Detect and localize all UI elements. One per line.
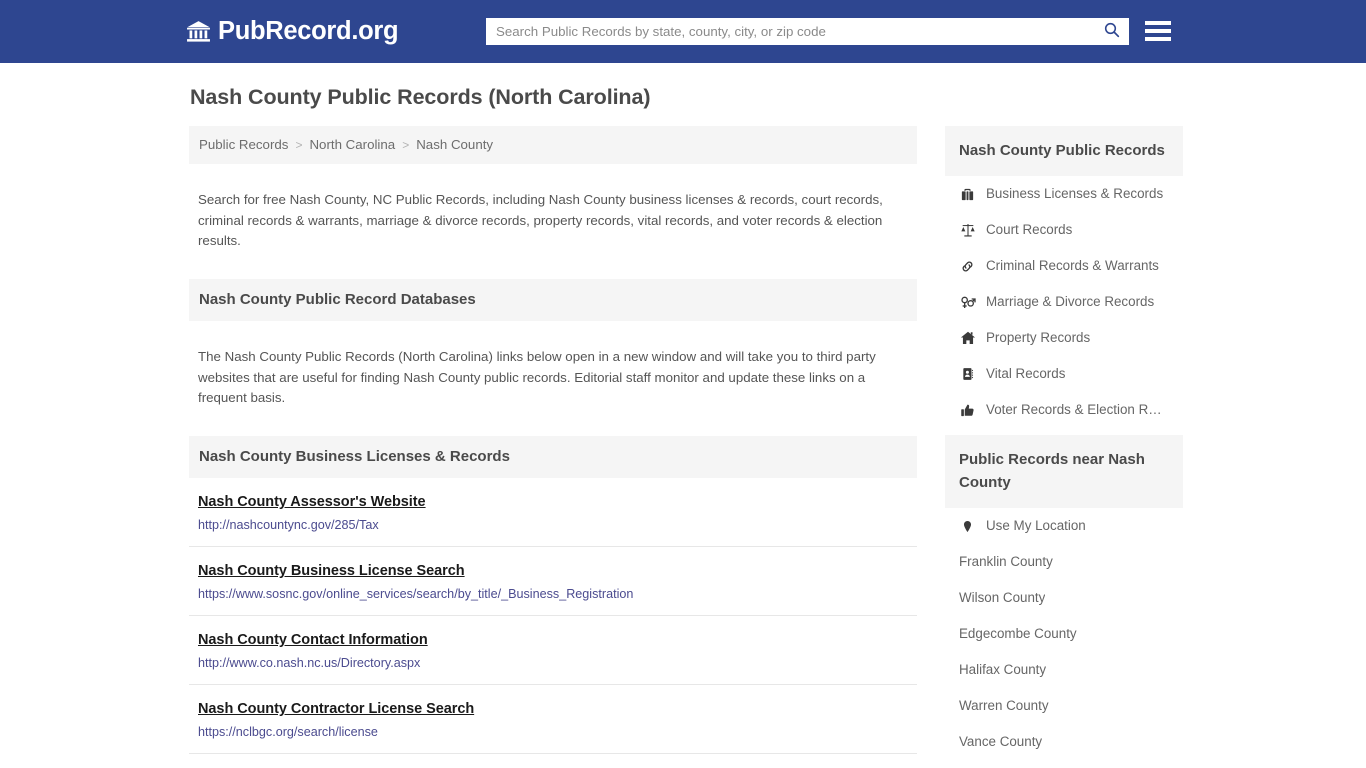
record-link-url[interactable]: http://www.co.nash.nc.us/Directory.aspx (198, 656, 908, 670)
sidebar-nearby-list: Use My Location Franklin County Wilson C… (945, 508, 1183, 760)
breadcrumb: Public Records > North Carolina > Nash C… (189, 126, 917, 164)
intro-paragraph: Search for free Nash County, NC Public R… (198, 192, 883, 249)
business-links-list: Nash County Assessor's Website http://na… (189, 478, 917, 768)
sidebar-item-court-records[interactable]: Court Records (945, 212, 1183, 248)
sidebar-item-label: Property Records (986, 330, 1091, 345)
databases-section-body: The Nash County Public Records (North Ca… (198, 349, 876, 406)
breadcrumb-item-public-records[interactable]: Public Records (199, 137, 288, 152)
sidebar-item-voter-records[interactable]: Voter Records & Election R… (945, 392, 1183, 428)
bank-institution-icon (186, 19, 211, 44)
list-item: Nash County Contact Information http://w… (189, 616, 917, 686)
sidebar-nearby-heading: Public Records near Nash County (945, 435, 1183, 508)
sidebar-item-label: Marriage & Divorce Records (986, 294, 1155, 309)
breadcrumb-item-north-carolina[interactable]: North Carolina (309, 137, 395, 152)
sidebar-item-property-records[interactable]: Property Records (945, 320, 1183, 356)
list-item: Nash County Business License Search http… (189, 547, 917, 617)
header-inner: PubRecord.org (183, 0, 1183, 63)
home-icon (959, 330, 976, 346)
record-link-url[interactable]: https://nclbgc.org/search/license (198, 725, 908, 739)
hamburger-bar (1145, 29, 1171, 33)
chain-link-icon (959, 259, 976, 274)
site-logo-link[interactable]: PubRecord.org (186, 16, 399, 45)
sidebar-item-wilson-county[interactable]: Wilson County (945, 580, 1183, 616)
sidebar-item-label: Vance County (959, 734, 1043, 749)
search-icon (1103, 21, 1121, 42)
main-column: Public Records > North Carolina > Nash C… (189, 126, 917, 768)
sidebar-nearby-card: Public Records near Nash County Use My L… (945, 435, 1183, 760)
sidebar-item-label: Use My Location (986, 518, 1086, 533)
breadcrumb-item-nash-county[interactable]: Nash County (416, 137, 493, 152)
site-logo-text: PubRecord.org (218, 16, 399, 45)
breadcrumb-separator: > (402, 137, 410, 152)
record-link-url[interactable]: https://www.sosnc.gov/online_services/se… (198, 587, 908, 601)
sidebar-item-label: Court Records (986, 222, 1073, 237)
sidebar-item-label: Business Licenses & Records (986, 186, 1164, 201)
hamburger-bar (1145, 21, 1171, 25)
record-link-title[interactable]: Nash County Contact Information (198, 632, 428, 648)
record-link-url[interactable]: http://nashcountync.gov/285/Tax (198, 518, 908, 532)
map-marker-icon (959, 520, 976, 533)
sidebar-item-vance-county[interactable]: Vance County (945, 724, 1183, 760)
sidebar-item-label: Warren County (959, 698, 1049, 713)
sidebar-item-halifax-county[interactable]: Halifax County (945, 652, 1183, 688)
list-item: Nash County Contractor License Search ht… (189, 685, 917, 755)
id-card-icon (959, 367, 976, 381)
briefcase-icon (959, 187, 976, 202)
sidebar-item-use-my-location[interactable]: Use My Location (945, 508, 1183, 544)
page-container: Nash County Public Records (North Caroli… (183, 63, 1183, 768)
content-columns: Public Records > North Carolina > Nash C… (183, 126, 1183, 768)
sidebar-item-warren-county[interactable]: Warren County (945, 688, 1183, 724)
sidebar-item-edgecombe-county[interactable]: Edgecombe County (945, 616, 1183, 652)
sidebar-records-heading: Nash County Public Records (945, 126, 1183, 176)
sidebar-records-card: Nash County Public Records Business Lice… (945, 126, 1183, 428)
breadcrumb-separator: > (295, 137, 303, 152)
balance-scale-icon (959, 222, 976, 238)
sidebar-item-label: Halifax County (959, 662, 1047, 677)
business-section-heading: Nash County Business Licenses & Records (189, 436, 917, 479)
list-item: Nash County Assessor's Website http://na… (189, 478, 917, 548)
record-link-title[interactable]: Nash County Assessor's Website (198, 494, 426, 510)
sidebar-item-label: Criminal Records & Warrants (986, 258, 1159, 273)
hamburger-menu-icon[interactable] (1145, 19, 1171, 43)
record-link-title[interactable]: Nash County Contractor License Search (198, 701, 474, 717)
list-item: Nash County Employee Directory https://n… (189, 754, 917, 768)
sidebar-item-label: Franklin County (959, 554, 1053, 569)
sidebar-item-business-licenses[interactable]: Business Licenses & Records (945, 176, 1183, 212)
search-input[interactable] (486, 18, 1095, 45)
sidebar-item-label: Voter Records & Election R… (986, 402, 1162, 417)
sidebar: Nash County Public Records Business Lice… (945, 126, 1183, 767)
thumbs-up-icon (959, 403, 976, 418)
hamburger-bar (1145, 37, 1171, 41)
sidebar-item-label: Edgecombe County (959, 626, 1077, 641)
record-link-title[interactable]: Nash County Business License Search (198, 563, 465, 579)
sidebar-item-marriage-divorce[interactable]: Marriage & Divorce Records (945, 284, 1183, 320)
sidebar-records-list: Business Licenses & Records Court Record… (945, 176, 1183, 428)
databases-section-heading: Nash County Public Record Databases (189, 279, 917, 322)
sidebar-item-label: Wilson County (959, 590, 1046, 605)
sidebar-item-label: Vital Records (986, 366, 1066, 381)
sidebar-item-vital-records[interactable]: Vital Records (945, 356, 1183, 392)
venus-mars-icon (959, 294, 976, 310)
sidebar-item-franklin-county[interactable]: Franklin County (945, 544, 1183, 580)
search-button[interactable] (1095, 18, 1129, 45)
sidebar-item-criminal-records[interactable]: Criminal Records & Warrants (945, 248, 1183, 284)
search-bar (486, 18, 1129, 45)
page-title: Nash County Public Records (North Caroli… (190, 85, 651, 109)
site-header: PubRecord.org (0, 0, 1366, 63)
